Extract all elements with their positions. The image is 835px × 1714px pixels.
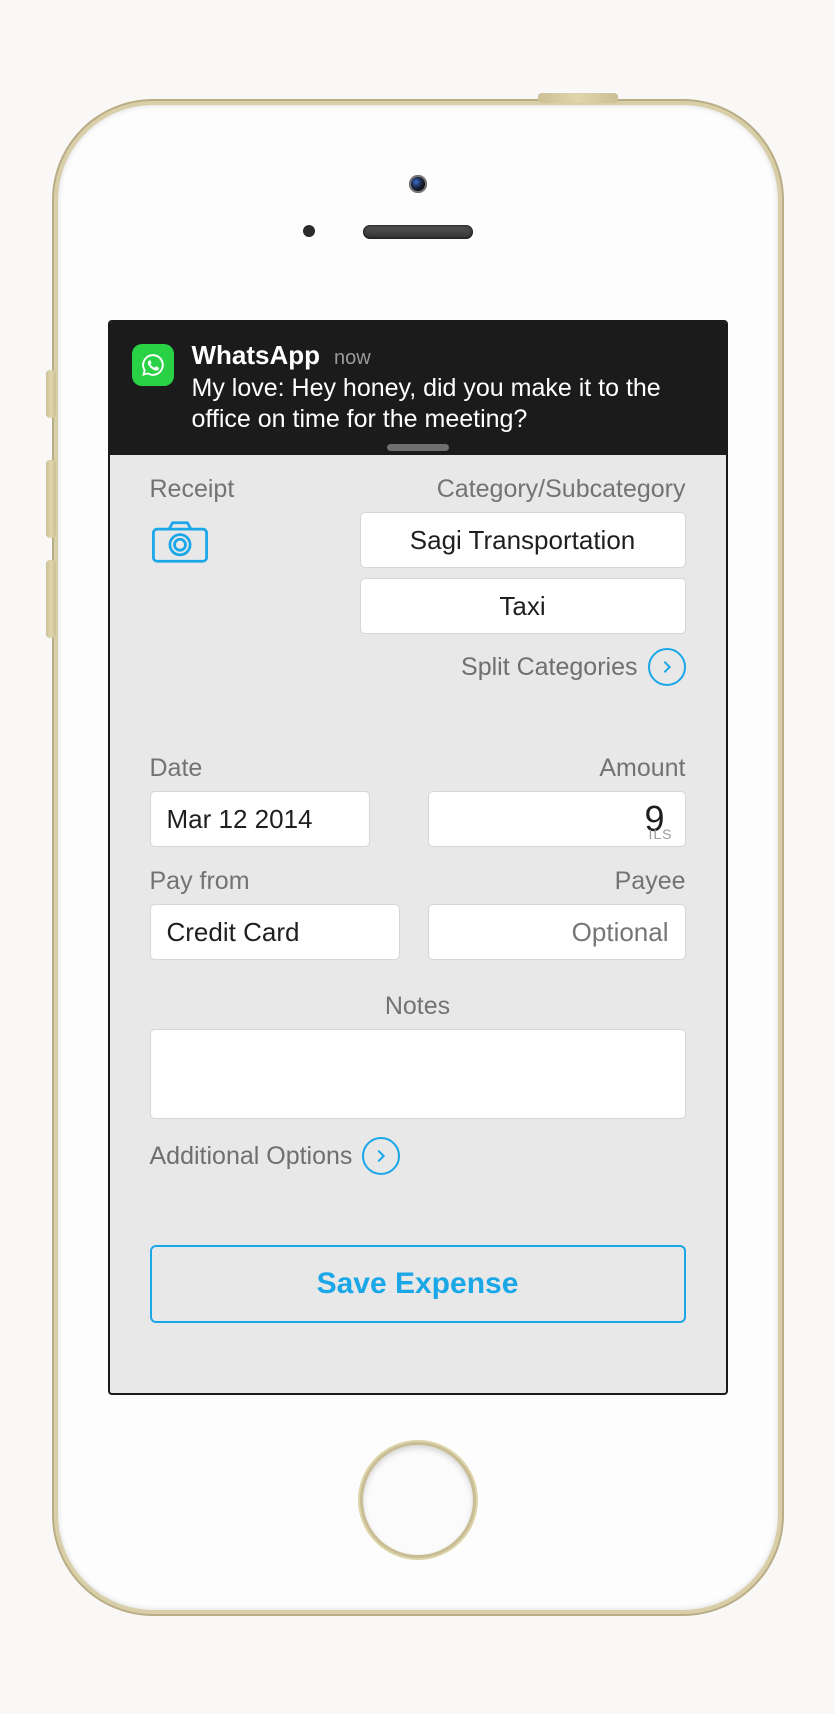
save-expense-button[interactable]: Save Expense xyxy=(150,1245,686,1323)
date-field[interactable]: Mar 12 2014 xyxy=(150,791,370,847)
phone-frame: WhatsApp now My love: Hey honey, did you… xyxy=(58,105,778,1610)
whatsapp-icon xyxy=(132,344,174,386)
proximity-sensor xyxy=(303,225,315,237)
additional-options-link[interactable]: Additional Options xyxy=(150,1137,686,1175)
notification-body: WhatsApp now My love: Hey honey, did you… xyxy=(192,340,704,436)
subcategory-select[interactable]: Taxi xyxy=(360,578,686,634)
amount-label: Amount xyxy=(428,754,686,783)
category-value: Sagi Transportation xyxy=(410,525,635,556)
category-select[interactable]: Sagi Transportation xyxy=(360,512,686,568)
pay-from-field[interactable]: Credit Card xyxy=(150,904,400,960)
notification-app-name: WhatsApp xyxy=(192,340,321,371)
screen: WhatsApp now My love: Hey honey, did you… xyxy=(108,320,728,1395)
expense-form: Receipt Category/Subcategory xyxy=(110,455,726,1393)
notes-field[interactable] xyxy=(150,1029,686,1119)
power-button xyxy=(538,93,618,103)
additional-options-label: Additional Options xyxy=(150,1142,353,1171)
chevron-right-icon xyxy=(648,648,686,686)
chevron-right-icon xyxy=(362,1137,400,1175)
split-categories-link[interactable]: Split Categories xyxy=(360,648,686,686)
receipt-camera-button[interactable] xyxy=(150,512,340,569)
earpiece-speaker xyxy=(363,225,473,239)
date-label: Date xyxy=(150,754,408,783)
payee-field[interactable] xyxy=(428,904,686,960)
front-camera xyxy=(409,175,427,193)
date-value: Mar 12 2014 xyxy=(167,804,313,835)
payee-label: Payee xyxy=(428,867,686,896)
notification-message: My love: Hey honey, did you make it to t… xyxy=(192,373,704,436)
notification-pull-handle[interactable] xyxy=(387,444,449,451)
category-label: Category/Subcategory xyxy=(360,475,686,504)
save-expense-label: Save Expense xyxy=(317,1267,519,1300)
split-categories-label: Split Categories xyxy=(461,653,637,682)
subcategory-value: Taxi xyxy=(499,591,545,622)
notification-banner[interactable]: WhatsApp now My love: Hey honey, did you… xyxy=(110,322,726,456)
camera-icon xyxy=(150,520,210,564)
mute-switch xyxy=(46,370,56,418)
volume-up-button xyxy=(46,460,56,538)
volume-down-button xyxy=(46,560,56,638)
receipt-label: Receipt xyxy=(150,475,340,504)
notes-label: Notes xyxy=(150,992,686,1021)
amount-field[interactable]: 9 ILS xyxy=(428,791,686,847)
pay-from-value: Credit Card xyxy=(167,917,300,948)
home-button[interactable] xyxy=(363,1445,473,1555)
pay-from-label: Pay from xyxy=(150,867,408,896)
amount-currency: ILS xyxy=(648,826,672,842)
notification-timestamp: now xyxy=(334,347,371,370)
payee-input[interactable] xyxy=(445,917,669,948)
